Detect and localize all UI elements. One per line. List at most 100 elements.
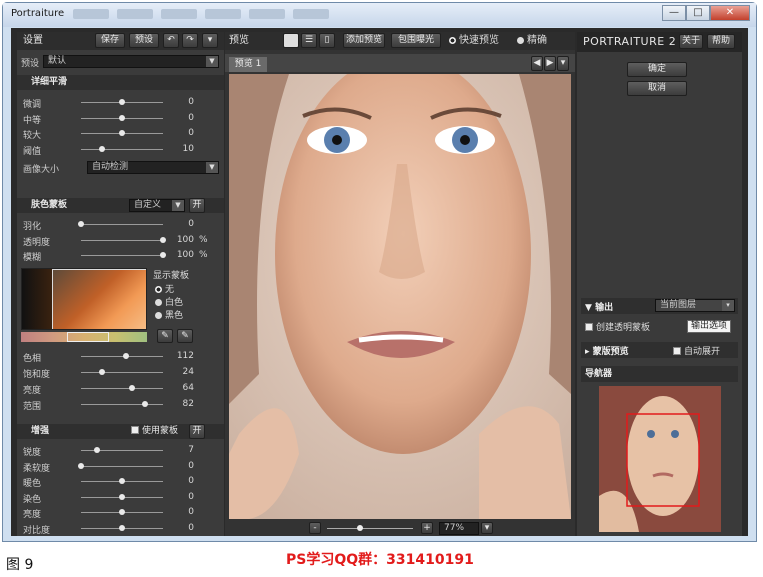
skin-toggle-button[interactable]: 开 bbox=[189, 198, 205, 213]
accurate-radio[interactable]: 精确 bbox=[517, 32, 547, 50]
slider-track[interactable] bbox=[81, 404, 163, 405]
tab-menu-icon[interactable]: ▾ bbox=[557, 56, 569, 71]
minimize-button[interactable]: — bbox=[662, 5, 686, 21]
detail-smoothing-header[interactable]: 详细平滑 bbox=[17, 75, 224, 90]
slider-track[interactable] bbox=[81, 465, 163, 467]
slider-knob[interactable] bbox=[119, 130, 125, 136]
portrait-preview[interactable] bbox=[229, 74, 571, 519]
maximize-button[interactable]: □ bbox=[686, 5, 710, 21]
slider-row: 羽化 0 bbox=[17, 218, 224, 232]
slider-track[interactable] bbox=[81, 148, 163, 150]
single-view-icon[interactable] bbox=[283, 33, 299, 48]
output-label[interactable]: ▼ 输出 bbox=[585, 300, 613, 313]
slider-track[interactable] bbox=[81, 239, 163, 241]
eyedropper-plus-icon[interactable]: ✎ bbox=[177, 329, 193, 343]
zoom-in-button[interactable]: + bbox=[421, 522, 433, 534]
output-options-tooltip: 输出选项 bbox=[687, 320, 731, 333]
logo-version: 2 bbox=[668, 35, 677, 48]
zoom-slider[interactable] bbox=[327, 525, 413, 531]
size-dropdown[interactable]: 自动检测 ▼ bbox=[87, 161, 219, 174]
ok-button[interactable]: 确定 bbox=[627, 62, 687, 77]
help-button[interactable]: 帮助 bbox=[707, 34, 735, 49]
portraiture-app: 设置 保存 预设 ↶ ↷ ▾ 预设 默认 ▼ 详细平滑 微调 0 中等 0 较大 0 阈值 10… bbox=[11, 28, 748, 536]
slider-knob[interactable] bbox=[99, 369, 105, 375]
skin-mode-value: 自定义 bbox=[134, 200, 162, 210]
slider-knob[interactable] bbox=[119, 509, 125, 515]
eyedropper-icon[interactable]: ✎ bbox=[157, 329, 173, 343]
mask-option-black[interactable]: 黑色 bbox=[155, 308, 183, 321]
slider-knob[interactable] bbox=[160, 236, 166, 243]
show-mask-label: 显示蒙板 bbox=[153, 271, 190, 281]
menu-icon[interactable]: ▾ bbox=[202, 33, 218, 48]
zoom-dropdown[interactable]: 77% bbox=[439, 522, 479, 535]
slider-knob[interactable] bbox=[99, 145, 105, 152]
undo-icon[interactable]: ↶ bbox=[163, 33, 179, 48]
slider-knob[interactable] bbox=[78, 221, 84, 227]
hue-strip[interactable] bbox=[21, 332, 147, 342]
slider-track[interactable] bbox=[81, 356, 163, 357]
cancel-button[interactable]: 取消 bbox=[627, 81, 687, 96]
preview-panel: 预览 ☰ ▯ 添加预览 包围曝光 快速预览 精确 预览 1 ◀ ▶ ▾ - + … bbox=[225, 32, 575, 536]
right-header: PORTRAITURE 2 关于 帮助 bbox=[577, 32, 742, 52]
enhance-toggle-button[interactable]: 开 bbox=[189, 424, 205, 439]
slider-knob[interactable] bbox=[129, 385, 135, 391]
slider-label: 亮度 bbox=[23, 510, 42, 520]
mask-option-none[interactable]: 无 bbox=[155, 282, 174, 295]
tab-next-icon[interactable]: ▶ bbox=[544, 56, 556, 71]
slider-value: 64 bbox=[182, 383, 194, 393]
use-mask-label: 使用蒙板 bbox=[142, 426, 179, 436]
about-button[interactable]: 关于 bbox=[679, 34, 703, 49]
split-horizontal-icon[interactable]: ☰ bbox=[301, 33, 317, 48]
slider-row: 范围 82 bbox=[17, 398, 224, 412]
redo-icon[interactable]: ↷ bbox=[182, 33, 198, 48]
slider-knob[interactable] bbox=[119, 493, 125, 500]
color-picker[interactable] bbox=[21, 268, 147, 330]
preset-button[interactable]: 预设 bbox=[129, 33, 159, 48]
skin-mode-dropdown[interactable]: 自定义 ▼ bbox=[129, 199, 185, 212]
slider-track[interactable] bbox=[81, 388, 163, 389]
slider-track[interactable] bbox=[81, 224, 163, 225]
slider-knob[interactable] bbox=[119, 114, 125, 121]
save-button[interactable]: 保存 bbox=[95, 33, 125, 48]
slider-knob[interactable] bbox=[119, 99, 125, 105]
skin-mask-header[interactable]: 肤色蒙板 自定义 ▼ 开 bbox=[17, 198, 224, 213]
slider-value: 82 bbox=[182, 399, 194, 409]
tab-prev-icon[interactable]: ◀ bbox=[531, 56, 543, 71]
output-target-dropdown[interactable]: 当前图层 ▾ bbox=[655, 299, 735, 312]
slider-knob[interactable] bbox=[142, 401, 148, 407]
enhance-header[interactable]: 增强 使用蒙板 开 bbox=[17, 424, 224, 439]
slider-knob[interactable] bbox=[78, 462, 84, 469]
zoom-value: 77% bbox=[444, 523, 465, 533]
zoom-out-button[interactable]: - bbox=[309, 522, 321, 534]
slider-track[interactable] bbox=[81, 372, 163, 373]
slider-knob[interactable] bbox=[94, 447, 100, 453]
bracket-button[interactable]: 包围曝光 bbox=[391, 33, 441, 48]
title-bar: Portraiture — □ ✕ bbox=[3, 3, 756, 27]
navigator-thumbnail[interactable] bbox=[599, 386, 721, 532]
chevron-down-icon[interactable]: ▾ bbox=[481, 522, 493, 534]
slider-knob[interactable] bbox=[123, 353, 129, 359]
slider-knob[interactable] bbox=[160, 252, 166, 258]
auto-expand-checkbox[interactable]: 自动展开 bbox=[673, 344, 720, 357]
mask-preview-label[interactable]: ▸ 蒙版预览 bbox=[585, 344, 629, 357]
use-mask-checkbox[interactable]: 使用蒙板 bbox=[131, 424, 178, 439]
slider-label: 模糊 bbox=[23, 253, 42, 263]
slider-row: 微调 0 bbox=[17, 96, 224, 110]
settings-title: 设置 bbox=[23, 35, 43, 46]
slider-knob[interactable] bbox=[119, 478, 125, 484]
preset-dropdown[interactable]: 默认 ▼ bbox=[43, 55, 219, 68]
split-vertical-icon[interactable]: ▯ bbox=[319, 33, 335, 48]
add-preview-button[interactable]: 添加预览 bbox=[343, 33, 385, 48]
slider-value: 0 bbox=[188, 219, 194, 229]
tab-preview-1[interactable]: 预览 1 bbox=[229, 57, 267, 72]
mask-option-white[interactable]: 白色 bbox=[155, 295, 183, 308]
slider-value: 0 bbox=[188, 491, 194, 502]
slider-knob[interactable] bbox=[119, 524, 125, 531]
fast-preview-radio[interactable]: 快速预览 bbox=[449, 32, 499, 50]
slider-track[interactable] bbox=[81, 255, 163, 256]
close-button[interactable]: ✕ bbox=[710, 5, 750, 21]
create-mask-checkbox[interactable]: 创建透明蒙板 bbox=[585, 320, 650, 333]
preset-row: 预设 默认 ▼ bbox=[17, 54, 224, 70]
slider-value: 0 bbox=[188, 97, 194, 107]
slider-row: 阈值 10 bbox=[17, 143, 224, 157]
